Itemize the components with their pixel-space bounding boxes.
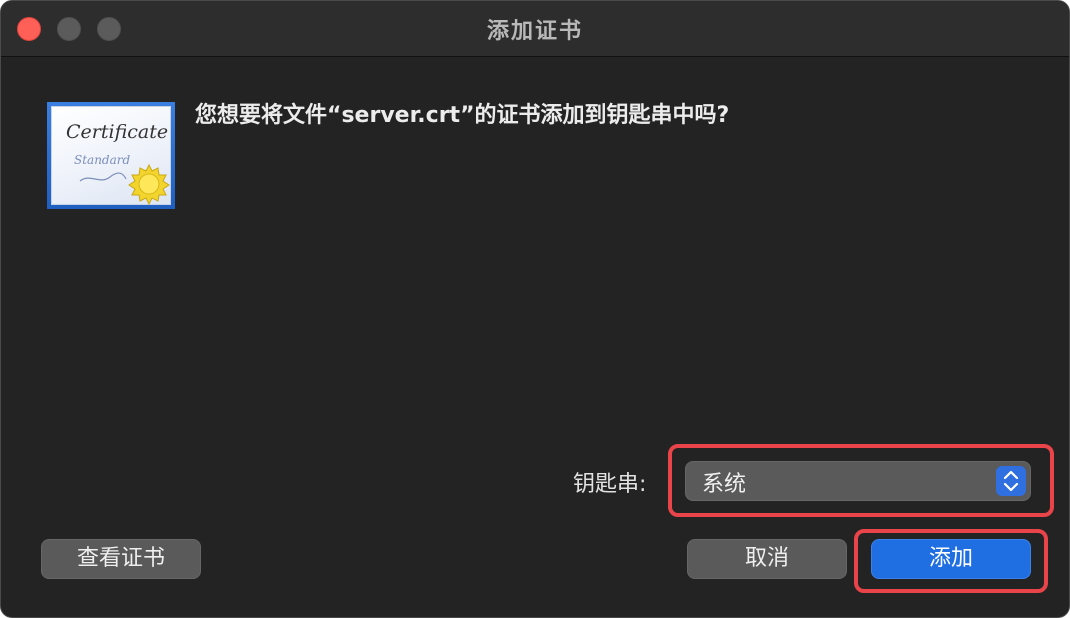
add-certificate-window: 添加证书 Certificate Standard 您想要将文件“server.… <box>0 0 1070 618</box>
seal-icon <box>128 163 170 205</box>
keychain-label: 钥匙串: <box>573 472 647 497</box>
certificate-paper: Certificate Standard <box>51 106 171 205</box>
window-title: 添加证书 <box>486 19 583 44</box>
certificate-icon-title: Certificate <box>66 121 169 143</box>
title-bar: 添加证书 <box>1 1 1069 57</box>
swirl-icon <box>79 172 127 182</box>
view-certificate-button[interactable]: 查看证书 <box>41 539 201 579</box>
certificate-icon: Certificate Standard <box>47 102 175 209</box>
keychain-select-highlight <box>668 444 1054 517</box>
dialog-question: 您想要将文件“server.crt”的证书添加到钥匙串中吗? <box>195 103 730 128</box>
add-button-highlight <box>854 529 1048 593</box>
cancel-button[interactable]: 取消 <box>687 539 847 579</box>
certificate-icon-subtitle: Standard <box>74 153 131 167</box>
